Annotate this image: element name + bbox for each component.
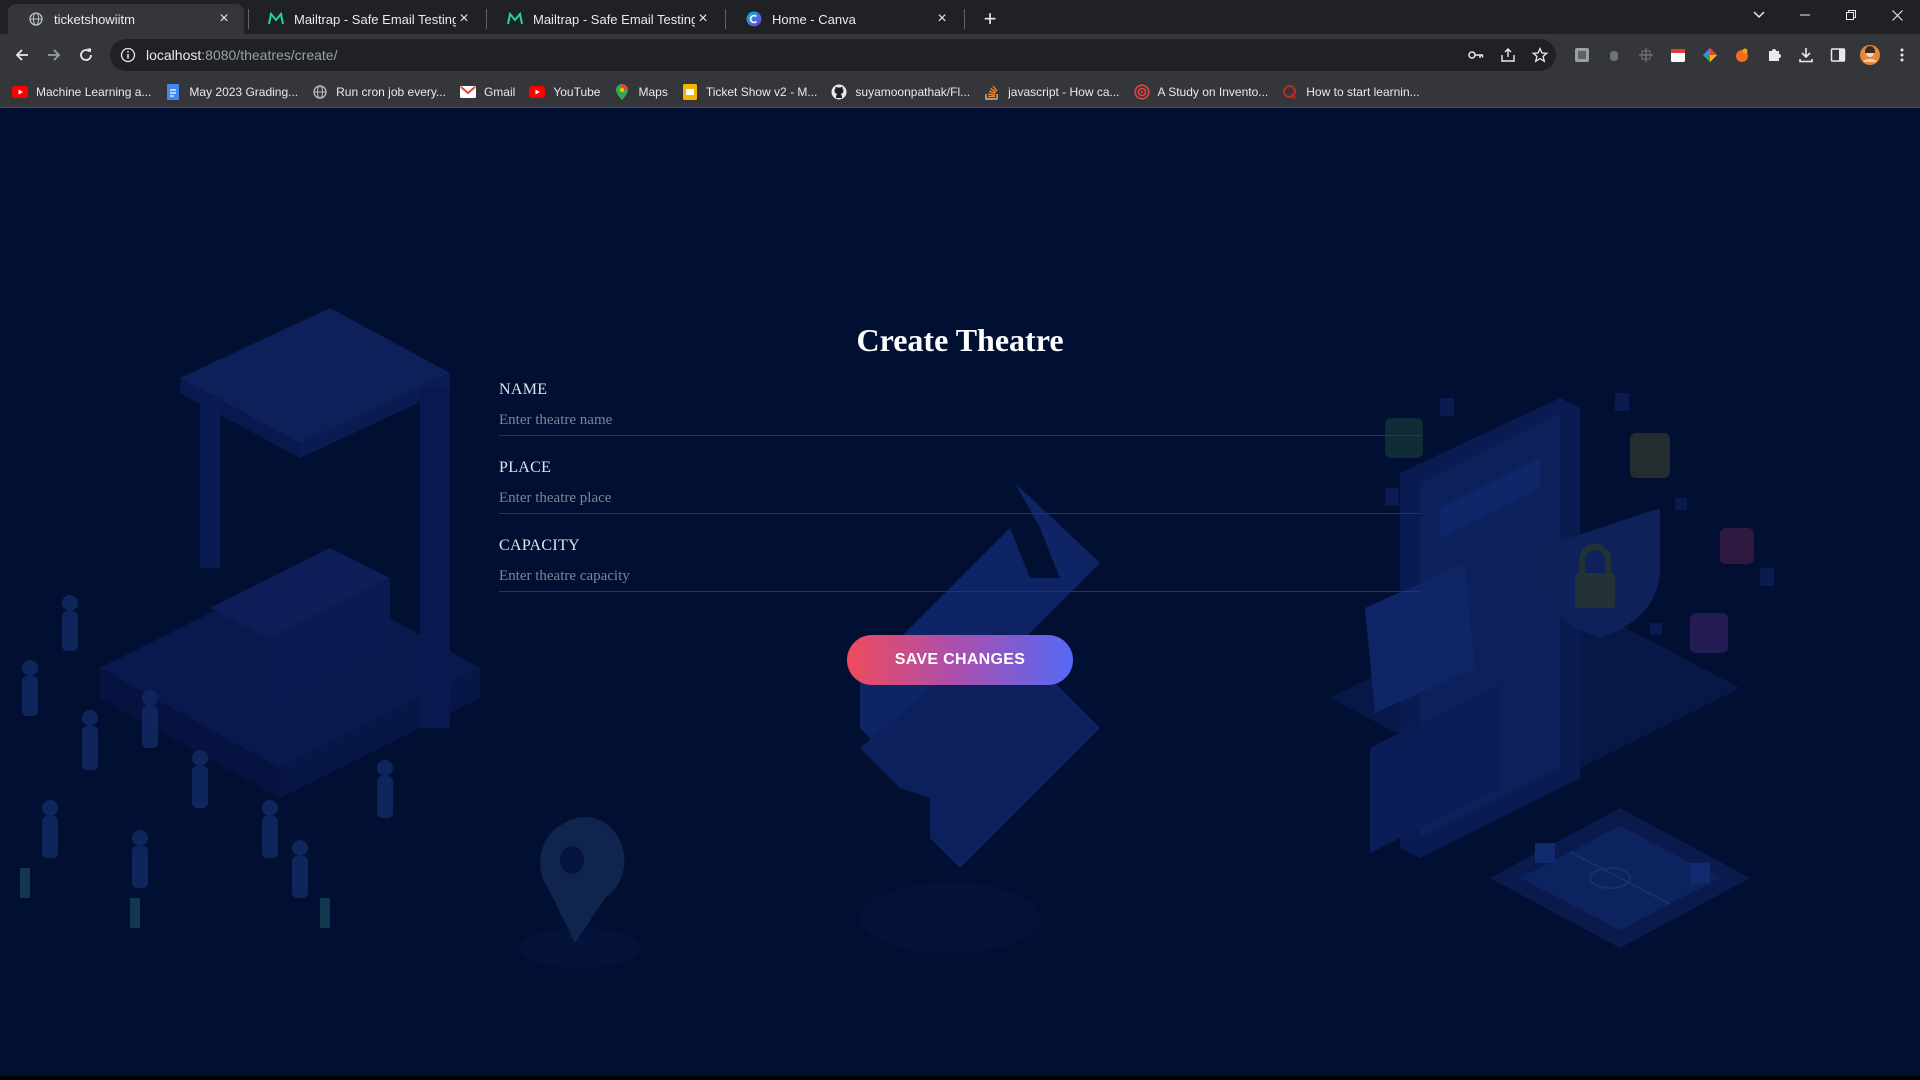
github-icon: [831, 84, 847, 100]
restore-button[interactable]: [1828, 0, 1874, 30]
more-menu-icon[interactable]: [1886, 41, 1918, 69]
tab-strip: ticketshowiitm × Mailtrap - Safe Email T…: [0, 0, 1920, 34]
extension-dim-icon[interactable]: [1598, 41, 1630, 69]
youtube-icon: [12, 84, 28, 100]
url-path: :8080/theatres/create/: [201, 47, 338, 63]
extension-calendar-icon[interactable]: [1662, 41, 1694, 69]
bookmark-label: May 2023 Grading...: [189, 84, 299, 99]
bookmark-github[interactable]: suyamoonpathak/Fl...: [831, 84, 970, 100]
address-bar[interactable]: localhost:8080/theatres/create/: [110, 39, 1556, 71]
bookmark-youtube[interactable]: YouTube: [529, 84, 600, 100]
bookmark-label: Run cron job every...: [336, 84, 446, 99]
tab-title: Mailtrap - Safe Email Testing: [533, 11, 695, 27]
minimize-icon: [1800, 14, 1810, 16]
back-button[interactable]: [8, 41, 36, 69]
tab-title: ticketshowiitm: [54, 11, 135, 27]
side-panel-icon[interactable]: [1822, 41, 1854, 69]
bookmark-stackoverflow[interactable]: javascript - How ca...: [984, 84, 1120, 100]
bookmark-label: Ticket Show v2 - M...: [705, 84, 818, 99]
bookmark-label: javascript - How ca...: [1008, 84, 1120, 99]
bookmark-inventory-study[interactable]: A Study on Invento...: [1133, 83, 1269, 100]
close-icon: [1891, 9, 1903, 21]
arrow-left-icon: [15, 49, 28, 61]
extension-orange-icon[interactable]: [1726, 41, 1758, 69]
tab-search-button[interactable]: [1736, 0, 1782, 30]
bookmark-label: suyamoonpathak/Fl...: [855, 84, 971, 99]
extension-colorful-icon[interactable]: [1694, 41, 1726, 69]
info-icon[interactable]: [120, 47, 136, 63]
canva-icon: [746, 11, 762, 27]
bookmark-label: Maps: [638, 84, 668, 99]
profile-avatar-icon[interactable]: [1854, 41, 1886, 69]
forward-button[interactable]: [40, 41, 68, 69]
mailtrap-icon: [268, 11, 284, 27]
save-changes-button[interactable]: SAVE CHANGES: [847, 635, 1073, 685]
maps-icon: [614, 83, 630, 100]
bookmark-label: YouTube: [553, 84, 601, 99]
docs-icon: [165, 83, 181, 100]
theatre-name-input[interactable]: [499, 406, 1421, 436]
bookmark-grading[interactable]: May 2023 Grading...: [165, 83, 299, 100]
tab-mailtrap-1[interactable]: Mailtrap - Safe Email Testing ×: [248, 4, 484, 34]
bookmark-maps[interactable]: Maps: [614, 83, 668, 100]
bottom-edge: [0, 1076, 1920, 1080]
youtube-icon: [529, 84, 546, 100]
tab-title: Home - Canva: [772, 11, 856, 27]
globe-icon: [312, 84, 328, 100]
quora-icon: [1282, 84, 1298, 100]
extension-crosshair-icon[interactable]: [1630, 41, 1662, 69]
bookmarks-bar: Machine Learning a... May 2023 Grading..…: [0, 76, 1920, 108]
background-illustration: [20, 308, 1774, 968]
extension-gray-icon[interactable]: [1566, 41, 1598, 69]
page-title: Create Theatre: [856, 322, 1064, 358]
slides-icon: [682, 83, 698, 100]
url-host: localhost: [146, 47, 202, 63]
tab-separator: [964, 9, 965, 29]
browser-toolbar: localhost:8080/theatres/create/: [0, 34, 1920, 76]
password-key-icon[interactable]: [1460, 39, 1492, 71]
close-tab-icon[interactable]: ×: [934, 11, 950, 27]
restore-icon: [1846, 10, 1856, 20]
chevron-down-icon: [1753, 11, 1765, 19]
name-label: NAME: [499, 381, 548, 398]
bookmark-cron-job[interactable]: Run cron job every...: [312, 84, 446, 100]
bookmark-gmail[interactable]: Gmail: [459, 84, 516, 100]
new-tab-button[interactable]: +: [976, 5, 1004, 33]
bookmark-machine-learning[interactable]: Machine Learning a...: [12, 84, 151, 100]
place-label: PLACE: [499, 459, 552, 476]
bookmark-label: Machine Learning a...: [36, 84, 152, 99]
bookmark-ticket-show[interactable]: Ticket Show v2 - M...: [682, 83, 818, 100]
bookmark-how-to-start[interactable]: How to start learnin...: [1282, 84, 1420, 100]
mailtrap-icon: [507, 11, 523, 27]
share-icon[interactable]: [1492, 39, 1524, 71]
gmail-icon: [459, 84, 476, 100]
extensions-area: [1566, 41, 1918, 69]
stackoverflow-icon: [984, 84, 1000, 100]
close-tab-icon[interactable]: ×: [216, 11, 232, 27]
capacity-label: CAPACITY: [499, 537, 580, 554]
reload-button[interactable]: [72, 41, 100, 69]
tab-ticketshowiitm[interactable]: ticketshowiitm ×: [8, 4, 244, 34]
target-icon: [1133, 83, 1150, 100]
theatre-place-input[interactable]: [499, 484, 1421, 514]
close-tab-icon[interactable]: ×: [695, 11, 711, 27]
puzzle-icon[interactable]: [1758, 41, 1790, 69]
page-content: Create Theatre NAME PLACE CAPACITY SAVE …: [0, 108, 1920, 1076]
tab-title: Mailtrap - Safe Email Testing: [294, 11, 456, 27]
bookmark-label: How to start learnin...: [1306, 84, 1420, 99]
tab-mailtrap-2[interactable]: Mailtrap - Safe Email Testing ×: [487, 4, 723, 34]
download-icon[interactable]: [1790, 41, 1822, 69]
minimize-button[interactable]: [1782, 0, 1828, 30]
bookmark-label: A Study on Invento...: [1157, 84, 1269, 99]
arrow-right-icon: [48, 49, 61, 61]
tab-canva[interactable]: Home - Canva ×: [726, 4, 962, 34]
globe-icon: [28, 11, 44, 27]
reload-icon: [80, 48, 92, 61]
close-tab-icon[interactable]: ×: [456, 11, 472, 27]
theatre-capacity-input[interactable]: [499, 562, 1421, 592]
bookmark-star-icon[interactable]: [1524, 39, 1556, 71]
bookmark-label: Gmail: [483, 84, 516, 99]
close-window-button[interactable]: [1874, 0, 1920, 30]
